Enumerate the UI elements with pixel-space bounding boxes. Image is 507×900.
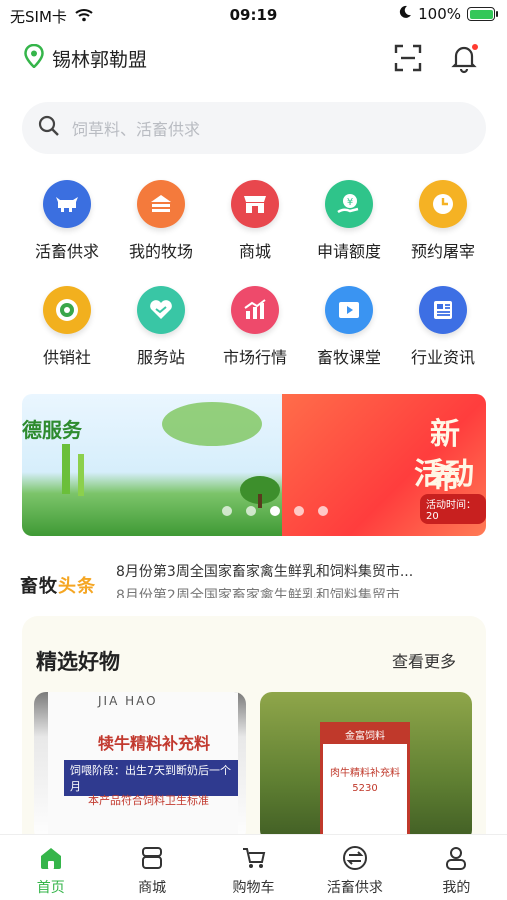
news-icon xyxy=(419,286,467,334)
menu-industry-news[interactable]: 行业资讯 xyxy=(396,286,490,368)
profile-icon xyxy=(441,843,471,873)
tab-profile[interactable]: 我的 xyxy=(406,835,507,900)
bottom-tab-bar: 首页 商城 购物车 活畜供求 我的 xyxy=(0,834,507,900)
bell-icon[interactable] xyxy=(448,42,480,74)
menu-my-ranch[interactable]: 我的牧场 xyxy=(114,180,208,262)
headline-logo-part1: 畜牧 xyxy=(20,576,58,597)
product-brand: JIA HAO xyxy=(98,694,158,708)
product-name: 犊牛精料补充料 xyxy=(98,734,211,753)
menu-label: 服务站 xyxy=(136,348,185,367)
product-image: 金富饲料 肉牛精料补充料 5230 xyxy=(320,722,410,842)
exchange-icon xyxy=(340,843,370,873)
product-card[interactable]: 金富饲料 肉牛精料补充料 5230 xyxy=(260,692,472,842)
menu-label: 市场行情 xyxy=(222,348,287,367)
news-item[interactable]: 8月份第3周全国家畜家禽生鲜乳和饲料集贸市... xyxy=(116,560,490,584)
menu-label: 商城 xyxy=(238,242,271,261)
quick-menu-grid: 活畜供求 我的牧场 商城 ¥ 申请额度 预约屠宰 供销社 服务站 市场行情 畜牧… xyxy=(20,180,490,392)
carousel-dot[interactable] xyxy=(246,506,256,516)
see-more-link[interactable]: 查看更多 xyxy=(392,648,456,672)
menu-livestock-class[interactable]: 畜牧课堂 xyxy=(302,286,396,368)
header: 锡林郭勒盟 xyxy=(0,36,507,82)
clock-icon xyxy=(419,180,467,228)
cow-icon xyxy=(43,180,91,228)
carousel-dot[interactable] xyxy=(222,506,232,516)
menu-apply-credit[interactable]: ¥ 申请额度 xyxy=(302,180,396,262)
menu-service-station[interactable]: 服务站 xyxy=(114,286,208,368)
tab-mall[interactable]: 商城 xyxy=(101,835,202,900)
search-placeholder: 饲草料、活畜供求 xyxy=(72,120,201,139)
menu-label: 预约屠宰 xyxy=(410,242,475,261)
carousel-dot[interactable] xyxy=(318,506,328,516)
promo-banner-carousel[interactable]: 德服务 新希 活动 活动时间：20 xyxy=(22,394,486,536)
scan-icon[interactable] xyxy=(392,42,424,74)
loan-icon: ¥ xyxy=(325,180,373,228)
menu-livestock-trade[interactable]: 活畜供求 xyxy=(20,180,114,262)
shop-icon xyxy=(231,180,279,228)
tab-livestock-trade[interactable]: 活畜供求 xyxy=(304,835,405,900)
menu-label: 活畜供求 xyxy=(34,242,99,261)
location-selector[interactable]: 锡林郭勒盟 xyxy=(24,43,148,73)
menu-label: 申请额度 xyxy=(316,242,381,261)
menu-label: 我的牧场 xyxy=(128,242,193,261)
news-ticker: 畜牧头条 8月份第3周全国家畜家禽生鲜乳和饲料集贸市... 8月份第2周全国家畜… xyxy=(20,560,490,604)
menu-market-quotes[interactable]: 市场行情 xyxy=(208,286,302,368)
notification-dot xyxy=(472,44,478,50)
search-icon xyxy=(38,115,60,141)
headline-logo: 畜牧头条 xyxy=(20,572,96,598)
menu-book-slaughter[interactable]: 预约屠宰 xyxy=(396,180,490,262)
menu-label: 供销社 xyxy=(42,348,91,367)
tab-label: 活畜供求 xyxy=(326,880,383,896)
home-icon xyxy=(36,843,66,873)
section-title: 精选好物 xyxy=(36,650,120,674)
carousel-dot[interactable] xyxy=(294,506,304,516)
menu-mall[interactable]: 商城 xyxy=(208,180,302,262)
heart-icon xyxy=(137,286,185,334)
banner-title-2: 活动 xyxy=(414,457,474,492)
tab-label: 购物车 xyxy=(232,880,275,896)
banner-date-tag: 活动时间：20 xyxy=(420,494,486,524)
coop-icon xyxy=(43,286,91,334)
battery-icon xyxy=(467,7,498,21)
chart-icon xyxy=(231,286,279,334)
battery-percent: 100% xyxy=(418,5,461,23)
location-label: 锡林郭勒盟 xyxy=(52,49,148,71)
shop-bag-icon xyxy=(137,843,167,873)
product-image: JIA HAO 犊牛精料补充料 饲喂阶段：出生7天到断奶后一个月 本产品符合饲料… xyxy=(48,692,238,842)
product-card[interactable]: JIA HAO 犊牛精料补充料 饲喂阶段：出生7天到断奶后一个月 本产品符合饲料… xyxy=(34,692,246,842)
product-standard: 本产品符合饲料卫生标准 xyxy=(88,794,209,807)
menu-label: 行业资讯 xyxy=(410,348,475,367)
status-bar: 无SIM卡 09:19 100% xyxy=(0,0,507,32)
carousel-dot-active[interactable] xyxy=(270,506,280,516)
tab-cart[interactable]: 购物车 xyxy=(203,835,304,900)
tab-label: 首页 xyxy=(36,880,65,896)
menu-label: 畜牧课堂 xyxy=(316,348,381,367)
moon-icon xyxy=(398,5,412,23)
search-bar[interactable]: 饲草料、活畜供求 xyxy=(22,102,486,154)
cart-icon xyxy=(239,843,269,873)
headline-logo-part2: 头条 xyxy=(58,576,96,597)
svg-text:¥: ¥ xyxy=(347,197,353,208)
featured-products-section: 精选好物 查看更多 JIA HAO 犊牛精料补充料 饲喂阶段：出生7天到断奶后一… xyxy=(22,616,486,856)
product-feeding-stage: 饲喂阶段：出生7天到断奶后一个月 xyxy=(64,760,238,796)
tab-label: 商城 xyxy=(138,880,167,896)
video-icon xyxy=(325,286,373,334)
product-name: 肉牛精料补充料 xyxy=(330,768,400,779)
tab-home[interactable]: 首页 xyxy=(0,835,101,900)
product-brand: 金富饲料 xyxy=(323,725,407,744)
menu-cooperative[interactable]: 供销社 xyxy=(20,286,114,368)
location-pin-icon xyxy=(24,43,44,73)
news-item[interactable]: 8月份第2周全国家畜家禽生鲜乳和饲料集贸市 xyxy=(116,584,490,598)
product-code: 5230 xyxy=(352,783,378,794)
ranch-icon xyxy=(137,180,185,228)
carousel-indicator xyxy=(222,506,328,516)
tab-label: 我的 xyxy=(442,880,471,896)
